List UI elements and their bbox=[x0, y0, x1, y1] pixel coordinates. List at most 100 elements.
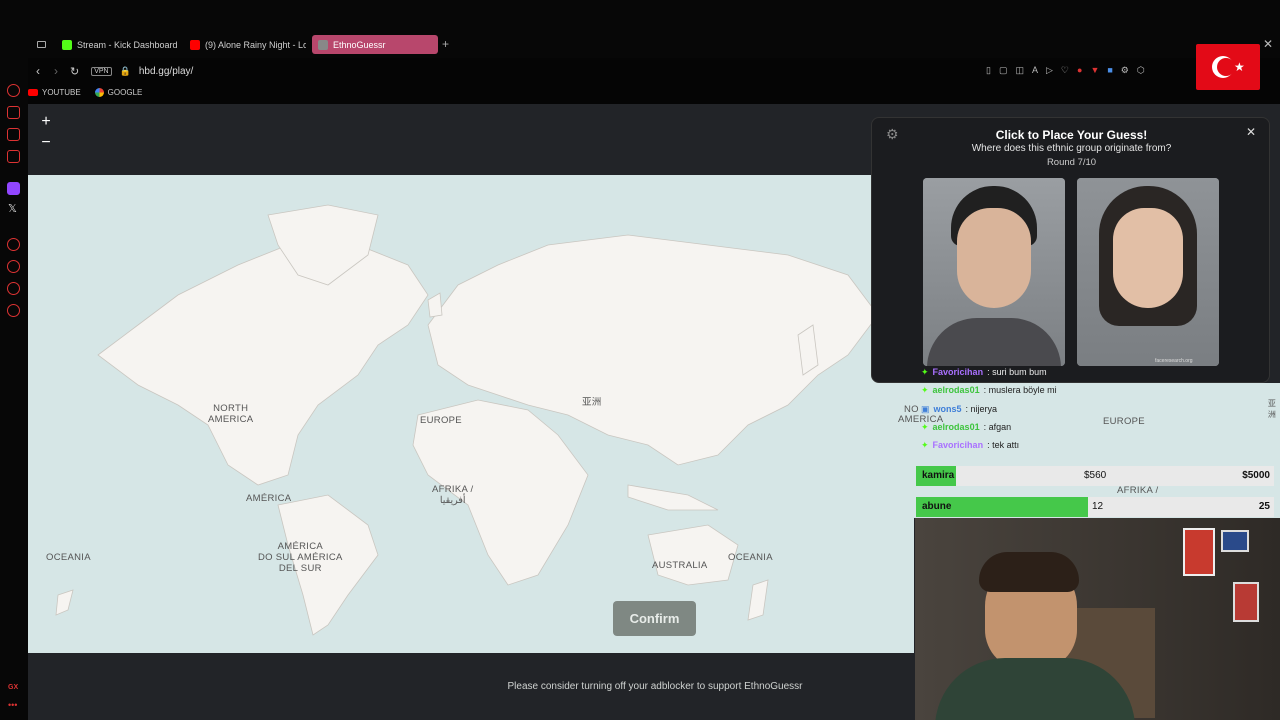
bookmark-label: GOOGLE bbox=[107, 87, 143, 97]
new-tab-button[interactable]: + bbox=[442, 37, 449, 51]
twitch-icon[interactable] bbox=[7, 182, 20, 195]
tab-kick[interactable]: Stream - Kick Dashboard bbox=[56, 35, 184, 54]
label-behind-africa: AFRIKA / bbox=[1117, 485, 1159, 496]
panel-question: Where does this ethnic group originate f… bbox=[971, 143, 1172, 154]
map-land-svg bbox=[55, 204, 879, 636]
bookmark-icon[interactable]: ▯ bbox=[986, 65, 991, 77]
guess-panel: ⚙ ✕ Click to Place Your Guess! Where doe… bbox=[871, 117, 1270, 383]
shield-icon[interactable]: ◫ bbox=[1015, 65, 1024, 77]
antarctic-islands bbox=[55, 589, 74, 616]
sidebar-settings-icon[interactable] bbox=[7, 304, 20, 317]
bookmark-youtube[interactable]: YOUTUBE bbox=[28, 88, 81, 97]
label-oceania-left: OCEANIA bbox=[46, 552, 91, 563]
chat-user: Favoricihan bbox=[932, 367, 984, 377]
address-bar: ‹ › ↻ VPN 🔒 hbd.gg/play/ ▯ ▢ ◫ A ▷ ♡ ● ▼… bbox=[28, 60, 1280, 82]
chat-message: ✦ aelrodas01 : afgan bbox=[921, 419, 1011, 435]
bookmarks-bar: YOUTUBE GOOGLE bbox=[28, 84, 142, 100]
sidebar-messenger-icon[interactable] bbox=[7, 150, 20, 163]
tab-label: Stream - Kick Dashboard bbox=[77, 39, 178, 50]
extension-icons[interactable]: ▯ ▢ ◫ A ▷ ♡ ● ▼ ■ ⚙ ⬡ bbox=[986, 65, 1186, 77]
label-north-america: NORTH AMERICA bbox=[208, 403, 253, 425]
world-map[interactable]: NORTH AMERICA EUROPE 亚洲 AFRIKA / أفريقيا… bbox=[28, 175, 914, 653]
goal-bar-abune: abune 12 25 bbox=[916, 497, 1274, 517]
sidebar-shop-icon[interactable] bbox=[7, 106, 20, 119]
label-text: AFRIKA / أفريقيا bbox=[432, 484, 474, 506]
new-zealand-land bbox=[747, 579, 769, 621]
vpn-badge[interactable]: VPN bbox=[91, 66, 112, 76]
webcam-painting-2 bbox=[1221, 530, 1249, 552]
label-africa: AFRIKA / أفريقيا bbox=[432, 484, 473, 506]
youtube-icon bbox=[190, 39, 200, 50]
back-icon[interactable]: ‹ bbox=[36, 64, 40, 78]
gx-icon[interactable]: GX bbox=[8, 684, 18, 691]
tab-label: EthnoGuessr bbox=[333, 39, 386, 50]
extension-blue-icon[interactable]: ■ bbox=[1107, 65, 1112, 77]
play-icon[interactable]: ▷ bbox=[1046, 65, 1053, 77]
forward-icon[interactable]: › bbox=[54, 64, 58, 78]
chat-text: : muslera böyle mi bbox=[983, 385, 1057, 395]
label-oceania-right: OCEANIA bbox=[728, 552, 773, 563]
snapshot-icon[interactable]: ▢ bbox=[999, 65, 1008, 77]
extension-gear-icon[interactable]: ⚙ bbox=[1121, 65, 1129, 77]
sidebar-clock-icon[interactable] bbox=[7, 260, 20, 273]
goal-target: $5000 bbox=[1242, 470, 1270, 481]
tab-overview-icon[interactable] bbox=[37, 41, 46, 48]
goal-current: 12 bbox=[1092, 501, 1104, 512]
sidebar-player-icon[interactable] bbox=[7, 238, 20, 251]
sidebar-history-icon[interactable] bbox=[7, 84, 20, 97]
panel-title: Click to Place Your Guess! bbox=[995, 128, 1148, 142]
lock-icon: 🔒 bbox=[119, 65, 131, 76]
round-counter: Round 7/10 bbox=[1046, 157, 1097, 168]
label-australia: AUSTRALIA bbox=[652, 560, 708, 571]
reload-icon[interactable]: ↻ bbox=[70, 65, 79, 78]
webcam-painting-3 bbox=[1233, 582, 1259, 622]
webcam-person-hair bbox=[979, 552, 1079, 592]
zoom-out-button[interactable]: − bbox=[36, 133, 56, 153]
chat-text: : nijerya bbox=[965, 404, 998, 414]
goal-current: $560 bbox=[1084, 470, 1107, 481]
face-credit: faceresearch.org bbox=[1155, 358, 1193, 364]
x-icon[interactable]: 𝕏 bbox=[8, 202, 17, 215]
label-text: AMÉRICA DO SUL AMÉRICA DEL SUR bbox=[258, 541, 343, 574]
chat-badge-icon: ▣ bbox=[921, 403, 930, 414]
more-icon[interactable]: ••• bbox=[8, 700, 17, 710]
tab-youtube[interactable]: (9) Alone Rainy Night - Lo bbox=[184, 35, 306, 54]
kick-icon bbox=[62, 39, 72, 50]
bookmark-google[interactable]: GOOGLE bbox=[94, 87, 143, 97]
label-europe: EUROPE bbox=[420, 415, 462, 426]
chat-message: ✦ aelrodas01 : muslera böyle mi bbox=[921, 382, 1057, 398]
chat-user: Favoricihan bbox=[932, 440, 984, 450]
uk-land bbox=[427, 292, 443, 318]
goal-bar-kamira: kamira $560 $5000 bbox=[916, 466, 1274, 486]
extension-red-icon[interactable]: ● bbox=[1077, 65, 1082, 77]
north-america-land bbox=[97, 229, 429, 486]
puzzle-icon[interactable]: ⬡ bbox=[1137, 65, 1145, 77]
close-window-icon[interactable]: ✕ bbox=[1263, 37, 1273, 51]
url-field[interactable]: hbd.gg/play/ bbox=[139, 66, 194, 77]
extension-red2-icon[interactable]: ▼ bbox=[1090, 65, 1099, 77]
heart-icon[interactable]: ♡ bbox=[1061, 65, 1069, 77]
zoom-in-button[interactable]: + bbox=[36, 112, 56, 132]
goal-target: 25 bbox=[1258, 501, 1270, 512]
confirm-button[interactable]: Confirm bbox=[613, 601, 696, 636]
sidebar-chat-icon[interactable] bbox=[7, 128, 20, 141]
chat-badge-icon: ✦ bbox=[921, 384, 929, 395]
chat-badge-icon: ✦ bbox=[921, 366, 929, 377]
translate-icon[interactable]: A bbox=[1032, 65, 1038, 77]
chat-user: aelrodas01 bbox=[932, 422, 980, 432]
indonesia-land bbox=[627, 484, 719, 511]
face-skin bbox=[1113, 208, 1183, 308]
webcam-feed bbox=[915, 518, 1280, 720]
chat-text: : afgan bbox=[983, 422, 1012, 432]
browser-sidebar: 𝕏 GX ••• bbox=[0, 30, 28, 720]
webcam-painting-1 bbox=[1183, 528, 1215, 576]
male-face-image bbox=[923, 178, 1065, 366]
label-america: AMÉRICA bbox=[246, 493, 292, 504]
tab-label: (9) Alone Rainy Night - Lo bbox=[205, 39, 306, 50]
tab-bar: Stream - Kick Dashboard (9) Alone Rainy … bbox=[0, 0, 1280, 90]
youtube-icon bbox=[28, 88, 38, 96]
tab-ethnoguessr[interactable]: EthnoGuessr bbox=[312, 35, 438, 54]
label-behind-asia: 亚洲 bbox=[1267, 399, 1277, 419]
chat-user: aelrodas01 bbox=[932, 385, 980, 395]
sidebar-feed-icon[interactable] bbox=[7, 282, 20, 295]
